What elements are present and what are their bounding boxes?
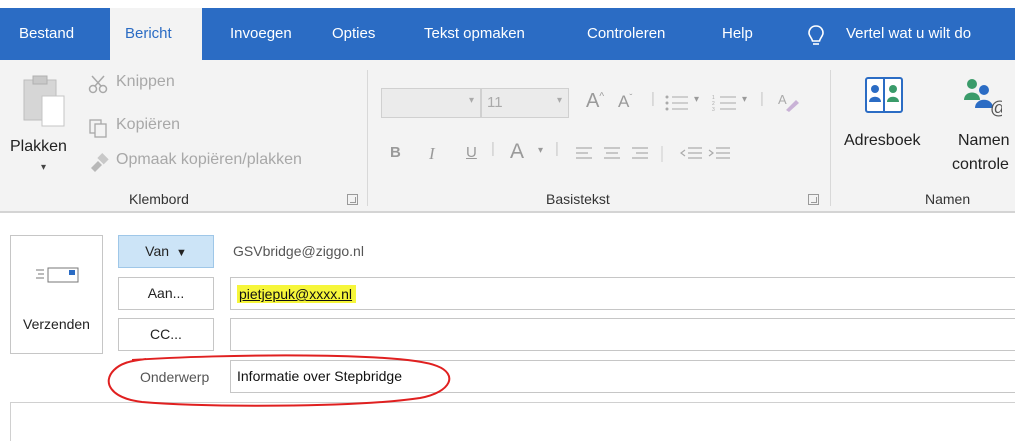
ribbon-tab-bar: Bestand Bericht Invoegen Opties Tekst op… [0, 8, 1015, 60]
caret-down-icon: ▼ [175, 247, 187, 259]
check-names-label-line2: controle [952, 156, 1009, 173]
copy-icon [89, 119, 107, 138]
svg-text:@: @ [990, 98, 1002, 118]
group-separator [830, 70, 831, 206]
tell-me-text: Vertel wat u wilt do [846, 25, 972, 42]
font-size-combo[interactable]: 11 ▾ [481, 88, 569, 118]
tab-opties[interactable]: Opties [330, 8, 394, 60]
paste-button[interactable]: Plakken ▾ [6, 68, 82, 180]
clipboard-launcher-icon[interactable] [347, 194, 358, 205]
address-book-label: Adresboek [844, 132, 921, 149]
bullets-icon[interactable] [664, 94, 690, 112]
underline-button[interactable]: U [466, 144, 477, 161]
check-names-label-line1: Namen [958, 132, 1010, 149]
svg-text:3: 3 [712, 107, 715, 112]
separator: | [491, 140, 495, 157]
group-separator [367, 70, 368, 206]
shrink-font-icon[interactable]: Aˇ [618, 92, 632, 112]
cut-label: Knippen [116, 73, 175, 90]
separator: | [760, 90, 764, 107]
subject-field-value: Informatie over Stepbridge [237, 368, 402, 384]
svg-text:A: A [778, 92, 787, 107]
group-label-basic-text: Basistekst [546, 191, 610, 207]
send-button[interactable]: Verzenden [10, 235, 103, 354]
tab-controleren[interactable]: Controleren [578, 8, 696, 60]
font-name-combo[interactable]: ▾ [381, 88, 481, 118]
paste-clipboard-icon [23, 75, 65, 127]
message-body[interactable] [11, 403, 1015, 441]
font-size-value: 11 [487, 94, 503, 111]
ribbon: Plakken ▾ Knippen Kopiëren Opmaak kopiër… [0, 60, 1015, 212]
subject-field[interactable]: Informatie over Stepbridge [230, 360, 1015, 393]
paste-label: Plakken [10, 138, 67, 155]
to-field[interactable]: pietjepuk@xxxx.nl [230, 277, 1015, 310]
tab-tekst-opmaken[interactable]: Tekst opmaken [412, 8, 562, 60]
grow-font-icon[interactable]: A^ [586, 90, 604, 113]
basic-text-launcher-icon[interactable] [808, 194, 819, 205]
check-names-button[interactable]: @ Namen controle [952, 70, 1015, 180]
cut-button[interactable]: Knippen [88, 72, 228, 96]
address-book-button[interactable]: Adresboek [840, 70, 944, 180]
divider [0, 212, 1015, 213]
group-label-clipboard: Klembord [129, 191, 189, 207]
numbering-icon[interactable]: 1 2 3 [712, 94, 738, 112]
chevron-down-icon[interactable]: ▾ [538, 145, 543, 156]
format-painter-icon [91, 153, 109, 172]
format-painter-label: Opmaak kopiëren/plakken [116, 151, 302, 168]
tab-invoegen[interactable]: Invoegen [219, 8, 311, 60]
send-label: Verzenden [23, 316, 90, 332]
tab-help[interactable]: Help [712, 8, 772, 60]
separator: | [651, 90, 655, 107]
chevron-down-icon[interactable]: ▾ [694, 94, 699, 105]
tab-bestand[interactable]: Bestand [8, 8, 92, 60]
address-book-icon [865, 77, 903, 113]
alignment-icons[interactable] [576, 146, 686, 162]
copy-button[interactable]: Kopiëren [88, 115, 228, 139]
italic-button[interactable]: I [429, 144, 435, 164]
clear-formatting-icon[interactable]: A [776, 90, 800, 112]
subject-label: Onderwerp [140, 369, 210, 385]
font-color-button[interactable]: A [510, 140, 524, 164]
to-button-label: Aan... [147, 285, 185, 301]
scissors-icon [88, 75, 108, 94]
tab-bericht[interactable]: Bericht [110, 8, 202, 60]
copy-label: Kopiëren [116, 116, 181, 133]
send-envelope-icon [36, 267, 79, 283]
indent-icons[interactable] [680, 146, 730, 162]
lightbulb-icon [808, 25, 824, 45]
check-names-icon: @ [964, 79, 1002, 118]
separator: | [555, 140, 559, 157]
from-button-label: Van [145, 243, 170, 259]
chevron-down-icon: ▾ [468, 95, 474, 106]
chevron-down-icon: ▾ [41, 162, 47, 173]
cc-field[interactable] [230, 318, 1015, 351]
cc-button-label: CC... [150, 326, 182, 342]
from-value: GSVbridge@ziggo.nl [233, 243, 364, 259]
to-button[interactable]: Aan... [118, 277, 214, 310]
cc-button[interactable]: CC... [118, 318, 214, 351]
format-painter-button[interactable]: Opmaak kopiëren/plakken [88, 150, 358, 174]
chevron-down-icon[interactable]: ▾ [742, 94, 747, 105]
bold-button[interactable]: B [390, 144, 401, 161]
to-field-value: pietjepuk@xxxx.nl [237, 285, 357, 303]
group-label-names: Namen [925, 191, 971, 207]
from-button[interactable]: Van ▼ [118, 235, 214, 268]
chevron-down-icon: ▾ [556, 95, 562, 106]
